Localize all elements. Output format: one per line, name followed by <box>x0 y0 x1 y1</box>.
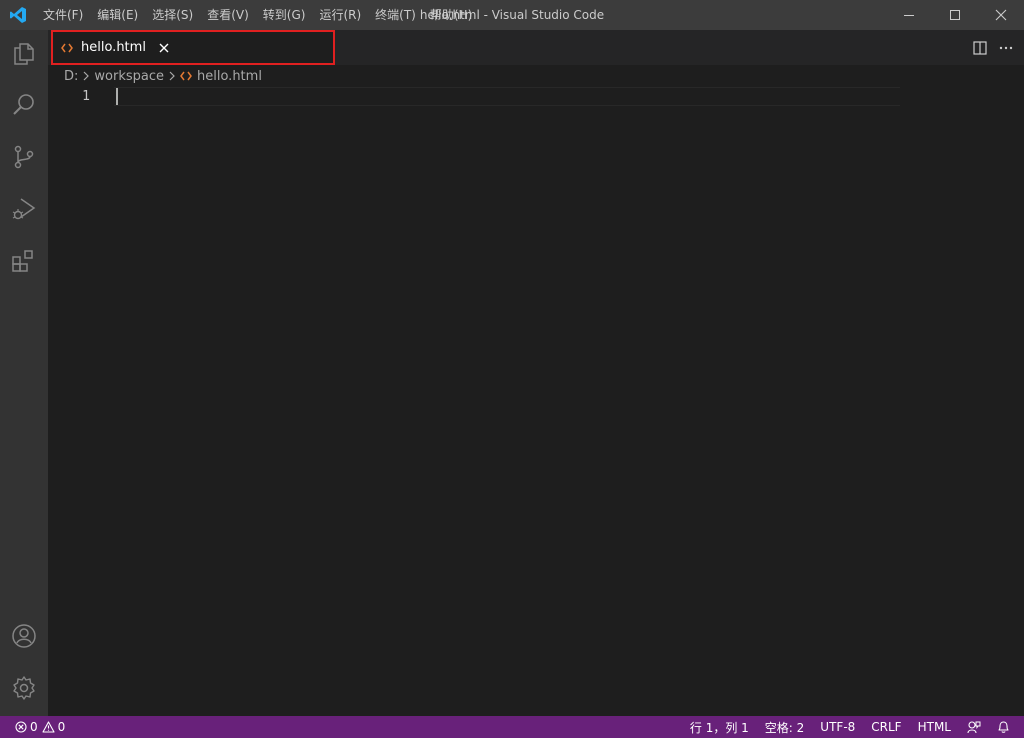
source-control-icon <box>14 145 34 169</box>
extensions-icon <box>12 250 33 272</box>
bell-icon <box>998 721 1009 733</box>
activity-manage[interactable] <box>0 664 48 712</box>
menu-edit[interactable]: 编辑(E) <box>90 0 145 30</box>
feedback-icon <box>967 721 981 734</box>
run-debug-icon <box>12 198 36 220</box>
minimize-icon <box>904 15 914 16</box>
cursor-position[interactable]: 行 1，列 1 <box>682 716 757 738</box>
text-cursor <box>116 88 118 105</box>
breadcrumb: D: workspace hello.html <box>48 65 1024 87</box>
tab-hello-html[interactable]: hello.html <box>51 30 335 65</box>
tab-label: hello.html <box>81 40 146 55</box>
settings-gear-icon <box>13 676 35 700</box>
html-file-icon <box>61 43 75 53</box>
explorer-icon <box>14 43 34 65</box>
menu-terminal[interactable]: 终端(T) <box>368 0 423 30</box>
maximize-button[interactable] <box>932 0 978 30</box>
editor-tabs-bar: hello.html <box>48 30 1024 65</box>
more-actions-button[interactable] <box>998 40 1014 56</box>
status-bar: 0 0 行 1，列 1 空格: 2 UTF-8 CRLF HTML <box>0 716 1024 738</box>
close-window-button[interactable] <box>978 0 1024 30</box>
split-editor-button[interactable] <box>972 40 988 56</box>
maximize-icon <box>950 10 960 20</box>
activity-source-control[interactable] <box>0 133 48 181</box>
chevron-right-icon <box>168 70 176 82</box>
ellipsis-icon <box>999 46 1013 49</box>
activity-bar <box>0 30 48 716</box>
breadcrumb-file[interactable]: hello.html <box>197 69 262 84</box>
eol-status[interactable]: CRLF <box>863 716 909 738</box>
html-file-icon <box>180 71 192 81</box>
minimize-button[interactable] <box>886 0 932 30</box>
menu-file[interactable]: 文件(F) <box>36 0 90 30</box>
activity-explorer[interactable] <box>0 30 48 78</box>
language-mode[interactable]: HTML <box>910 716 959 738</box>
tab-close-button[interactable] <box>156 40 172 56</box>
close-icon <box>995 9 1007 21</box>
editor-area[interactable]: 1 <box>48 87 1024 716</box>
close-icon <box>159 43 169 52</box>
breadcrumb-drive[interactable]: D: <box>64 69 78 84</box>
menu-help[interactable]: 帮助(H) <box>423 0 479 30</box>
warning-icon <box>42 721 55 733</box>
notifications-button[interactable] <box>989 716 1018 738</box>
activity-search[interactable] <box>0 81 48 129</box>
split-editor-icon <box>973 40 987 55</box>
warning-count: 0 <box>57 720 66 734</box>
account-icon <box>12 624 36 648</box>
feedback-button[interactable] <box>959 716 989 738</box>
current-line-highlight <box>114 87 900 106</box>
menu-go[interactable]: 转到(G) <box>256 0 313 30</box>
activity-accounts[interactable] <box>0 612 48 660</box>
error-count: 0 <box>30 720 38 734</box>
menu-run[interactable]: 运行(R) <box>312 0 368 30</box>
encoding-status[interactable]: UTF-8 <box>812 716 863 738</box>
problems-status[interactable]: 0 0 <box>10 716 70 738</box>
error-icon <box>15 721 27 733</box>
activity-extensions[interactable] <box>0 237 48 285</box>
search-icon <box>13 94 34 115</box>
breadcrumb-folder[interactable]: workspace <box>94 69 164 84</box>
title-bar: 文件(F) 编辑(E) 选择(S) 查看(V) 转到(G) 运行(R) 终端(T… <box>0 0 1024 30</box>
indentation-status[interactable]: 空格: 2 <box>757 716 813 738</box>
line-number: 1 <box>82 89 90 104</box>
window-controls <box>886 0 1024 30</box>
chevron-right-icon <box>82 70 90 82</box>
activity-run-debug[interactable] <box>0 185 48 233</box>
menu-view[interactable]: 查看(V) <box>200 0 256 30</box>
editor-actions <box>972 30 1014 65</box>
menu-bar: 文件(F) 编辑(E) 选择(S) 查看(V) 转到(G) 运行(R) 终端(T… <box>36 0 479 30</box>
menu-selection[interactable]: 选择(S) <box>145 0 200 30</box>
vscode-logo-icon <box>0 0 36 30</box>
